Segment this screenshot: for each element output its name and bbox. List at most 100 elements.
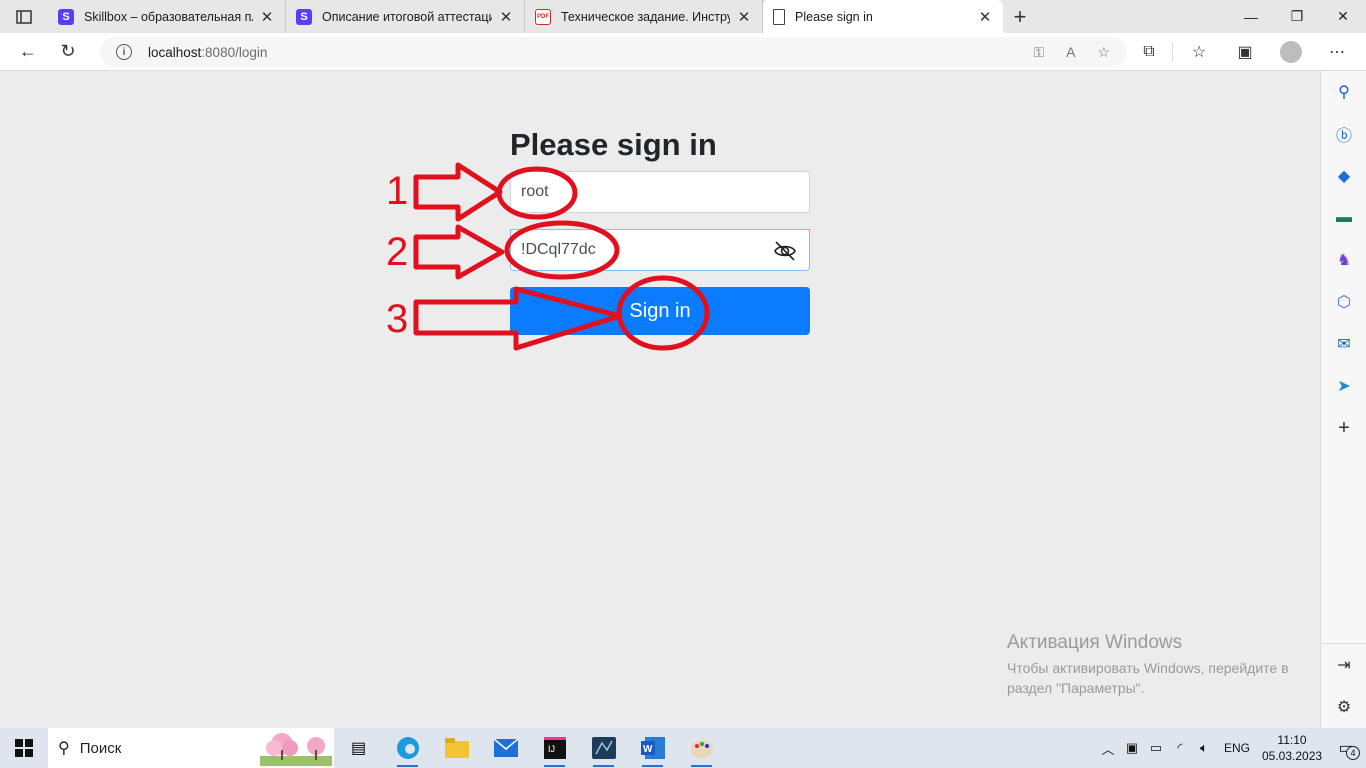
clock[interactable]: 11:10 05.03.2023 — [1262, 732, 1322, 764]
url-path: :8080/login — [201, 44, 268, 60]
sign-in-label: Sign in — [629, 299, 691, 322]
key-icon[interactable]: ⚿ — [1033, 44, 1044, 61]
search-icon: ⚲ — [58, 740, 70, 757]
folder-icon — [444, 738, 469, 758]
arrow-1 — [413, 162, 503, 222]
new-tab-button[interactable]: + — [1003, 4, 1037, 30]
password-value: !DCql77dc — [521, 241, 596, 258]
close-tab-icon[interactable]: ✕ — [259, 8, 275, 26]
address-bar[interactable]: i localhost:8080/login ⚿ A ☆ — [100, 37, 1126, 67]
word-taskbar-button[interactable]: W — [628, 728, 677, 768]
read-aloud-icon[interactable]: A — [1066, 44, 1075, 60]
mysql-taskbar-button[interactable] — [579, 728, 628, 768]
sidebar-bottom: ⇥ ⚙ — [1321, 643, 1366, 728]
search-highlight-image — [260, 733, 332, 766]
watermark-text: Чтобы активировать Windows, перейдите в … — [1007, 660, 1289, 696]
window-controls: — ❐ ✕ — [1228, 0, 1366, 33]
add-favorite-icon[interactable]: ☆ — [1097, 44, 1110, 61]
username-value: root — [521, 183, 549, 200]
clock-time: 11:10 — [1277, 733, 1307, 747]
wifi-icon[interactable]: ◜ — [1168, 740, 1192, 756]
close-tab-icon[interactable]: ✕ — [977, 8, 993, 26]
tab-actions-icon — [16, 9, 32, 24]
close-tab-icon[interactable]: ✕ — [736, 8, 752, 26]
outlook-icon[interactable]: ✉ — [1321, 323, 1366, 365]
edge-icon — [396, 737, 419, 759]
info-icon[interactable]: i — [116, 44, 132, 60]
url-icons: ⚿ A ☆ — [1033, 37, 1110, 67]
taskbar-search[interactable]: ⚲ Поиск — [48, 728, 334, 768]
mysql-workbench-icon — [591, 737, 616, 759]
hide-password-icon[interactable] — [773, 239, 797, 263]
url-host: localhost — [148, 44, 202, 60]
drop-icon[interactable]: ➤ — [1321, 365, 1366, 407]
username-input[interactable]: root — [510, 171, 810, 213]
favorites-icon[interactable]: ☆ — [1176, 33, 1222, 71]
address-bar-row: ← ↻ i localhost:8080/login ⚿ A ☆ ⧉ ☆ ▣ ⋯ — [0, 33, 1366, 71]
explorer-taskbar-button[interactable] — [432, 728, 481, 768]
edge-taskbar-button[interactable] — [383, 728, 432, 768]
annotation-number-2: 2 — [386, 230, 408, 274]
chevron-up-icon[interactable]: ︿ — [1096, 739, 1120, 758]
edge-sidebar: ⚲ ⓑ ◆ ▬ ♞ ⬡ ✉ ➤ + ⇥ ⚙ — [1320, 71, 1366, 728]
pdf-icon: PDF — [535, 8, 551, 25]
tab-title: Техническое задание. Инструкц — [561, 9, 730, 24]
profile-button[interactable] — [1268, 33, 1314, 71]
windows-taskbar: ⚲ Поиск ▤ IJ W ︿ ▣ ▭ ◜ 🔈︎ ENG 11:10 05.0… — [0, 728, 1366, 768]
tab-actions-button[interactable] — [0, 0, 48, 33]
battery-icon[interactable]: ▭ — [1144, 740, 1168, 756]
intellij-taskbar-button[interactable]: IJ — [530, 728, 579, 768]
page-content: Please sign in root !DCql77dc Sign in 1 … — [0, 71, 1320, 728]
tab-title: Please sign in — [795, 9, 873, 24]
active-indicator — [544, 765, 565, 767]
start-button[interactable] — [0, 728, 48, 768]
sign-in-button[interactable]: Sign in — [510, 287, 810, 335]
mail-icon — [493, 739, 518, 757]
password-input[interactable]: !DCql77dc — [510, 229, 810, 271]
search-placeholder: Поиск — [79, 739, 122, 757]
meet-now-icon[interactable]: ▣ — [1120, 740, 1144, 756]
svg-text:IJ: IJ — [548, 744, 555, 754]
task-view-icon: ▤ — [350, 740, 367, 757]
tab-spec[interactable]: PDF Техническое задание. Инструкц ✕ — [525, 0, 763, 33]
minimize-button[interactable]: — — [1228, 0, 1274, 33]
tab-title: Описание итоговой аттестации — [322, 9, 492, 24]
hide-sidebar-icon[interactable]: ⇥ — [1321, 644, 1366, 686]
add-sidebar-app-icon[interactable]: + — [1321, 407, 1366, 449]
paint-icon — [690, 740, 713, 758]
watermark-title: Активация Windows — [1007, 632, 1183, 653]
sidebar-settings-icon[interactable]: ⚙ — [1321, 686, 1366, 728]
windows-logo-icon — [15, 739, 33, 757]
word-icon: W — [640, 737, 665, 759]
refresh-button[interactable]: ↻ — [48, 33, 88, 71]
notification-button[interactable]: ▭ 4 — [1326, 728, 1366, 768]
language-indicator[interactable]: ENG — [1224, 741, 1250, 755]
bing-icon[interactable]: ⓑ — [1321, 113, 1366, 155]
browser-toolbar: ⧉ ☆ ▣ ⋯ — [1126, 33, 1366, 71]
restore-button[interactable]: ❐ — [1274, 0, 1320, 33]
search-icon[interactable]: ⚲ — [1321, 71, 1366, 113]
extensions-icon[interactable]: ⧉ — [1126, 33, 1172, 71]
close-window-button[interactable]: ✕ — [1320, 0, 1366, 33]
more-menu-icon[interactable]: ⋯ — [1314, 33, 1360, 71]
games-icon[interactable]: ♞ — [1321, 239, 1366, 281]
collections-icon[interactable]: ▣ — [1222, 33, 1268, 71]
office-icon[interactable]: ⬡ — [1321, 281, 1366, 323]
task-view-button[interactable]: ▤ — [334, 728, 383, 768]
tab-attestation[interactable]: S Описание итоговой аттестации ✕ — [286, 0, 525, 33]
system-tray: ︿ ▣ ▭ ◜ 🔈︎ ENG 11:10 05.03.2023 ▭ 4 — [1096, 728, 1366, 768]
intellij-icon: IJ — [543, 737, 566, 759]
tab-skillbox[interactable]: S Skillbox – образовательная плат ✕ — [48, 0, 286, 33]
volume-icon[interactable]: 🔈︎ — [1192, 740, 1216, 756]
close-tab-icon[interactable]: ✕ — [498, 8, 514, 26]
tab-please-sign-in[interactable]: Please sign in ✕ — [763, 0, 1003, 33]
page-icon — [773, 8, 785, 25]
annotation-overlay: 1 2 3 — [386, 162, 710, 351]
tab-strip: S Skillbox – образовательная плат ✕ S Оп… — [0, 0, 1366, 33]
paint-taskbar-button[interactable] — [677, 728, 726, 768]
back-button[interactable]: ← — [8, 33, 48, 71]
shopping-icon[interactable]: ◆ — [1321, 155, 1366, 197]
windows-activation-watermark: Активация Windows Чтобы активировать Win… — [1007, 632, 1317, 698]
mail-taskbar-button[interactable] — [481, 728, 530, 768]
tools-icon[interactable]: ▬ — [1321, 197, 1366, 239]
